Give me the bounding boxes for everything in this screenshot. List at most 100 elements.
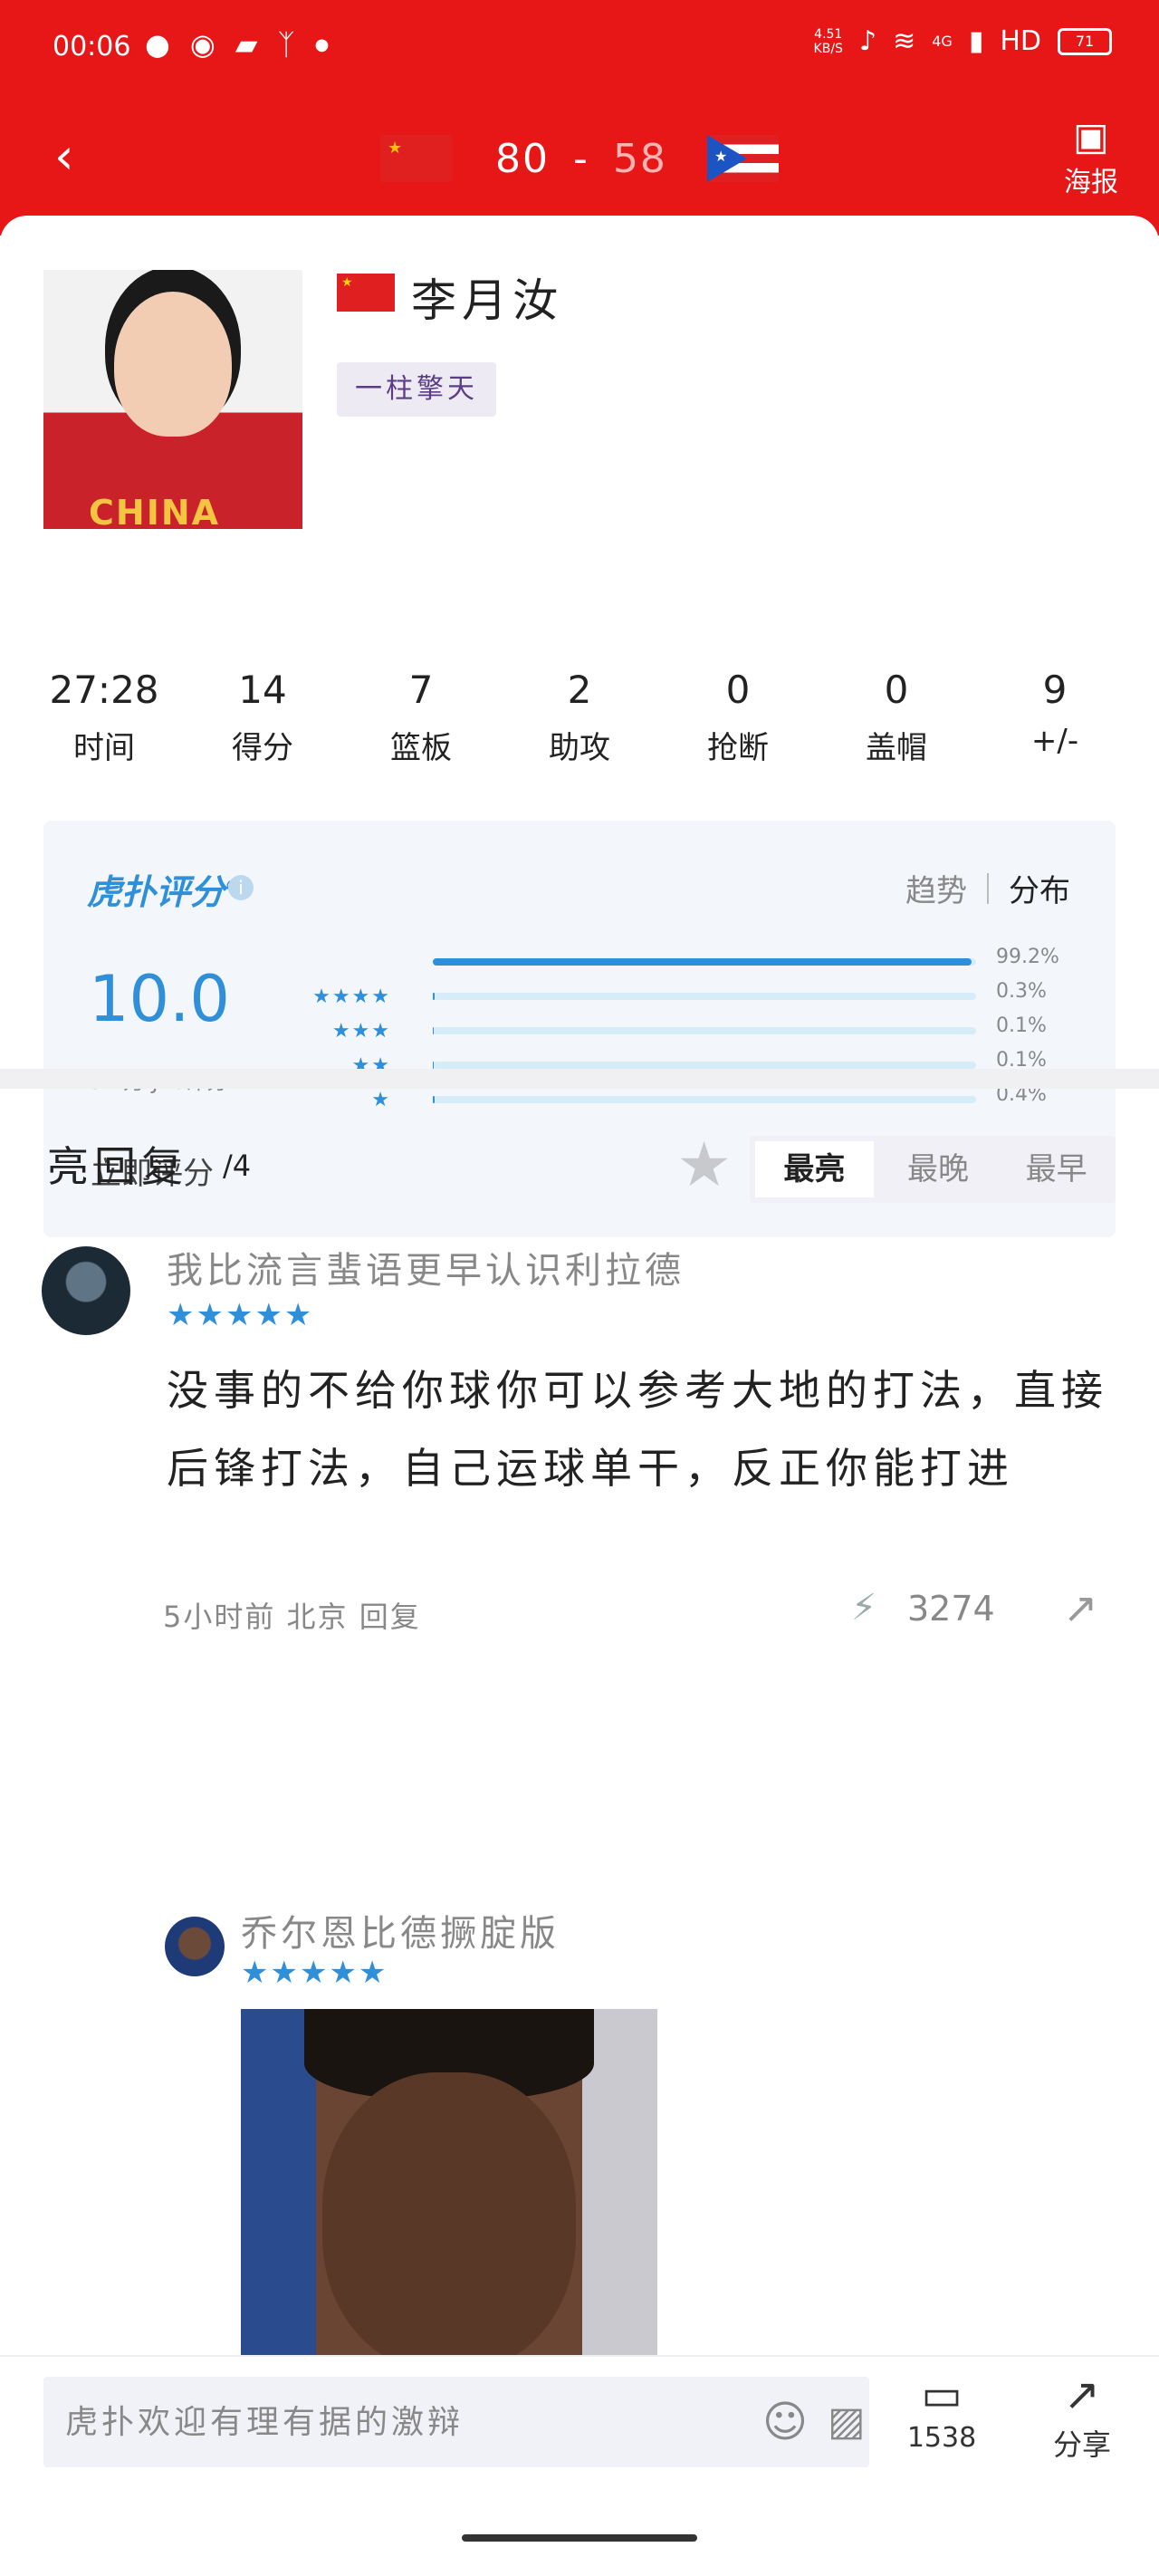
stat-value: 0 — [725, 668, 751, 712]
tab-distribution[interactable]: 分布 — [1009, 866, 1070, 910]
stat-item: 0 盖帽 — [829, 665, 964, 774]
rate-star-icon[interactable]: ★ — [676, 1134, 732, 1197]
back-arrow-icon[interactable]: ‹ — [54, 132, 91, 181]
image-icon: ▣ — [1073, 114, 1109, 159]
jersey-text: CHINA — [89, 493, 221, 529]
tab-divider — [987, 872, 989, 904]
stat-item: 2 助攻 — [512, 665, 647, 774]
walk-icon: ᛉ — [277, 27, 295, 62]
status-time: 00:06 — [53, 31, 131, 62]
comment-input-box: ☺ ▨ — [43, 2377, 869, 2467]
stat-value: 27:28 — [49, 668, 159, 712]
avatar[interactable] — [42, 1246, 130, 1335]
net-speed: 4.51 KB/S — [813, 26, 843, 56]
replies-count: /4 — [223, 1149, 252, 1183]
picture-icon[interactable]: ▨ — [828, 2400, 866, 2444]
player-stats: 27:28 时间 14 得分 7 篮板 2 助攻 0 抢断 0 盖帽 9 +/- — [36, 665, 1123, 774]
distribution-bar — [433, 1062, 976, 1069]
dot-icon: ● — [314, 34, 330, 54]
distribution-row: ★★★★ 0.3% — [312, 980, 1076, 1014]
stat-item: 0 抢断 — [670, 665, 806, 774]
china-flag-icon: ★ — [380, 135, 453, 182]
stat-item: 7 篮板 — [353, 665, 489, 774]
status-bar: 00:06 ● ◉ ▰ ᛉ ● 4.51 KB/S ♪ ≋ 4G ▮ HD 71 — [0, 0, 1159, 100]
sort-tabs: 最亮 最晚 最早 — [750, 1136, 1116, 1203]
comment-count: 1538 — [906, 2422, 977, 2454]
player-photo: CHINA — [43, 270, 302, 529]
stat-label: 助攻 — [549, 730, 610, 766]
comment-rating-stars: ★★★★★ — [167, 1297, 314, 1333]
distribution-bar — [433, 958, 976, 966]
puerto-rico-flag-icon: ★ — [706, 135, 779, 182]
distribution-bar-fill — [433, 1027, 434, 1034]
share-label: 分享 — [1052, 2427, 1111, 2462]
signal-icon: ▮ — [968, 25, 984, 57]
section-divider — [0, 1069, 1159, 1089]
sub-comment-username[interactable]: 乔尔恩比德撅腚版 — [241, 1904, 560, 1956]
like-button[interactable]: ⚡ 3274 — [851, 1587, 995, 1630]
distribution-row: ★★★ 0.1% — [315, 1014, 1076, 1049]
stat-value: 7 — [408, 668, 434, 712]
comment-body: 没事的不给你球你可以参考大地的打法，直接后锋打法，自己运球单干，反正你能打进 — [167, 1366, 1108, 1493]
mute-icon: ♪ — [858, 25, 877, 57]
sub-comment-image[interactable] — [241, 2009, 657, 2355]
distribution-bar-fill — [433, 1062, 434, 1069]
distribution-bar — [433, 993, 976, 1000]
avatar[interactable] — [165, 1917, 225, 1976]
comment-meta[interactable]: 5小时前 北京 回复 — [163, 1594, 421, 1636]
share-external-icon[interactable]: ↗ — [1063, 1583, 1110, 1632]
replies-title: 亮回复 — [47, 1142, 188, 1191]
like-count: 3274 — [907, 1589, 995, 1629]
status-app-icons: ● ◉ ▰ ᛉ ● — [145, 27, 329, 62]
poster-label: 海报 — [1064, 167, 1118, 198]
stat-value: 14 — [238, 668, 287, 712]
score-text: 80-58 — [495, 136, 667, 182]
stat-item: 9 +/- — [987, 665, 1123, 774]
distribution-bar-fill — [433, 1096, 436, 1103]
sort-tab-latest[interactable]: 最晚 — [879, 1136, 998, 1203]
distribution-percent: 99.2% — [996, 946, 1059, 968]
stat-label: 时间 — [73, 730, 135, 766]
sort-tab-hottest[interactable]: 最亮 — [755, 1141, 874, 1197]
player-flag-icon: ★ — [337, 274, 395, 312]
share-button[interactable]: ↗ 分享 — [1032, 2368, 1132, 2464]
player-tag: 一柱擎天 — [337, 362, 496, 417]
nav-bar: ‹ ★ 80-58 ★ ▣ 海报 — [0, 109, 1159, 208]
distribution-bar-fill — [433, 958, 972, 966]
emoji-icon[interactable]: ☺ — [762, 2400, 808, 2444]
distribution-percent: 0.3% — [996, 980, 1047, 1003]
hupu-rating-logo: 虎扑评分® — [87, 872, 241, 912]
sort-tab-earliest[interactable]: 最早 — [997, 1136, 1116, 1203]
stat-label: 盖帽 — [866, 730, 927, 766]
stat-label: 篮板 — [390, 730, 452, 766]
network-label: 4G — [932, 33, 953, 50]
player-name: 李月汝 — [411, 274, 563, 327]
car-icon: ▰ — [235, 27, 258, 62]
light-bulb-icon: ⚡ — [851, 1587, 877, 1629]
comments-button[interactable]: ▭ 1538 — [896, 2368, 987, 2454]
stat-value: 2 — [567, 668, 592, 712]
distribution-bar-fill — [433, 993, 435, 1000]
distribution-bar — [433, 1096, 976, 1103]
distribution-stars: ★★★ — [331, 1020, 391, 1043]
rating-score: 10.0 — [89, 962, 230, 1036]
home-indicator[interactable] — [462, 2534, 697, 2542]
stat-item: 14 得分 — [195, 665, 330, 774]
stat-label: 抢断 — [707, 730, 769, 766]
hd-label: HD — [1000, 25, 1041, 57]
distribution-stars: ★ — [371, 1089, 391, 1111]
info-icon[interactable]: i — [228, 875, 254, 900]
comment-input[interactable] — [65, 2377, 735, 2467]
stat-label: +/- — [1030, 723, 1079, 759]
rating-distribution: ★★★★★99.2%★★★★0.3%★★★0.1%★★0.1%★0.4% — [312, 946, 1076, 1118]
battery-icon: 71 — [1058, 27, 1112, 55]
chat-icon: ◉ — [189, 27, 216, 62]
comment-bubble-icon: ▭ — [921, 2369, 963, 2420]
sub-comment-rating-stars: ★★★★★ — [241, 1955, 388, 1991]
stat-label: 得分 — [232, 730, 293, 766]
poster-button[interactable]: ▣ 海报 — [1050, 114, 1132, 201]
distribution-stars: ★★★★ — [312, 985, 391, 1008]
bottom-bar: ☺ ▨ ▭ 1538 ↗ 分享 — [0, 2355, 1159, 2491]
comment-username[interactable]: 我比流言蜚语更早认识利拉德 — [167, 1241, 685, 1293]
tab-trend[interactable]: 趋势 — [905, 866, 967, 910]
